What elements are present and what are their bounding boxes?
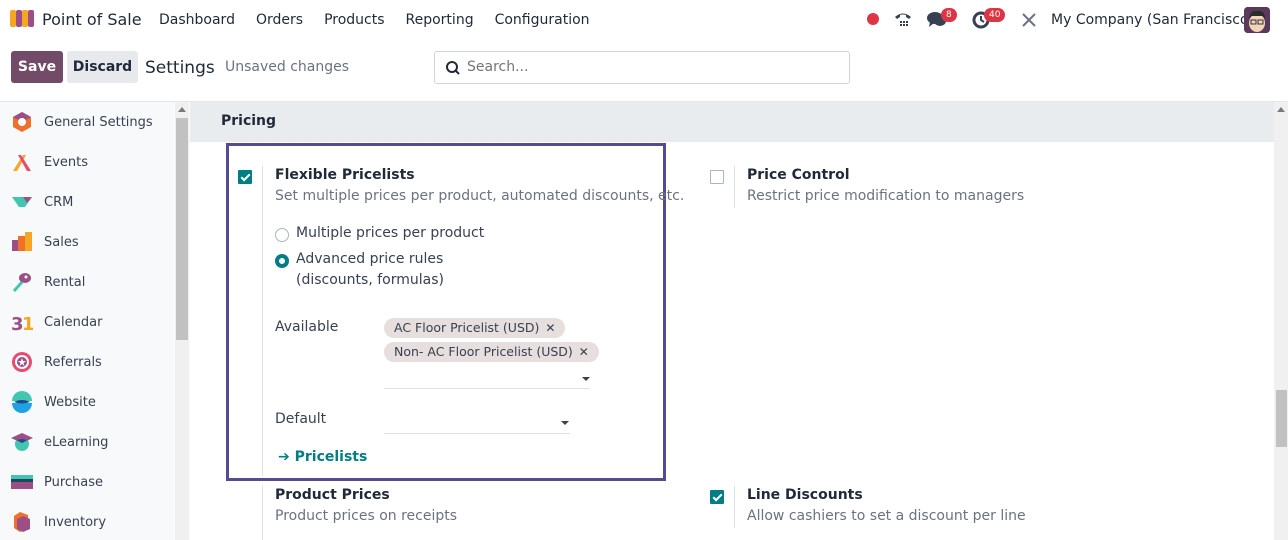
available-pricelists-input[interactable] bbox=[384, 388, 590, 389]
sidebar-item-purchase[interactable]: Purchase bbox=[0, 462, 175, 502]
general-settings-icon bbox=[13, 112, 31, 132]
menu-orders[interactable]: Orders bbox=[256, 12, 303, 28]
search-icon bbox=[446, 61, 460, 75]
app-name[interactable]: Point of Sale bbox=[42, 10, 142, 29]
arrow-right-icon: ➔ bbox=[278, 449, 295, 465]
search-input[interactable] bbox=[467, 59, 837, 75]
sidebar-item-rental[interactable]: Rental bbox=[0, 262, 175, 302]
messages-badge: 8 bbox=[941, 8, 957, 22]
sidebar-scroll-thumb[interactable] bbox=[176, 118, 188, 340]
sidebar-item-sales[interactable]: Sales bbox=[0, 222, 175, 262]
top-navbar: Point of Sale Dashboard Orders Products … bbox=[0, 0, 1288, 40]
phone-icon[interactable] bbox=[893, 10, 913, 30]
pricelist-tag: AC Floor Pricelist (USD) ✕ bbox=[384, 318, 566, 338]
menu-products[interactable]: Products bbox=[324, 12, 384, 28]
crm-icon bbox=[12, 197, 32, 207]
svg-text:1: 1 bbox=[22, 314, 33, 333]
setting-divider bbox=[262, 486, 263, 540]
main-menu: Dashboard Orders Products Reporting Conf… bbox=[159, 12, 611, 28]
save-button[interactable]: Save bbox=[11, 51, 63, 83]
default-dropdown-caret-icon[interactable] bbox=[561, 421, 569, 425]
menu-dashboard[interactable]: Dashboard bbox=[159, 12, 235, 28]
user-avatar[interactable] bbox=[1244, 7, 1270, 33]
pos-app-logo-icon[interactable] bbox=[10, 10, 34, 28]
scroll-up-arrow-icon[interactable] bbox=[178, 107, 186, 112]
sidebar-scrollbar[interactable] bbox=[175, 102, 189, 540]
events-icon bbox=[13, 155, 31, 171]
section-header: Pricing bbox=[190, 102, 1274, 142]
radio-advanced-rules-label[interactable]: Advanced price rules bbox=[296, 249, 443, 270]
product-prices-title: Product Prices bbox=[275, 487, 390, 503]
page-title: Settings bbox=[145, 58, 215, 78]
sidebar-item-events[interactable]: Events bbox=[0, 142, 175, 182]
elearning-icon bbox=[11, 433, 33, 451]
radio-multiple-prices-label[interactable]: Multiple prices per product bbox=[296, 223, 484, 244]
website-icon bbox=[12, 391, 32, 413]
inventory-icon bbox=[14, 512, 30, 532]
company-switcher[interactable]: My Company (San Francisco) bbox=[1051, 12, 1254, 28]
pricelists-link[interactable]: ➔ Pricelists bbox=[278, 449, 367, 465]
main-scroll-thumb[interactable] bbox=[1276, 390, 1287, 447]
calendar-icon: 31 bbox=[11, 314, 33, 333]
product-prices-description: Product prices on receipts bbox=[275, 508, 458, 524]
sidebar-item-elearning[interactable]: eLearning bbox=[0, 422, 175, 462]
sidebar-item-website[interactable]: Website bbox=[0, 382, 175, 422]
settings-main: Pricing Flexible Pricelists Set multiple… bbox=[190, 101, 1288, 540]
line-discounts-checkbox[interactable] bbox=[710, 490, 724, 504]
line-discounts-description: Allow cashiers to set a discount per lin… bbox=[747, 508, 1026, 524]
setting-divider bbox=[734, 166, 735, 208]
section-title: Pricing bbox=[221, 113, 277, 129]
sidebar-item-crm[interactable]: CRM bbox=[0, 182, 175, 222]
settings-sidebar: General Settings Events CRM Sales Rental… bbox=[0, 101, 190, 540]
price-control-title: Price Control bbox=[747, 167, 850, 183]
available-label: Available bbox=[275, 319, 339, 335]
price-control-checkbox[interactable] bbox=[710, 170, 724, 184]
recording-indicator-icon[interactable] bbox=[867, 13, 879, 25]
radio-multiple-prices[interactable] bbox=[275, 228, 289, 242]
search-box[interactable] bbox=[434, 51, 850, 84]
default-pricelist-select[interactable] bbox=[384, 433, 570, 434]
tools-icon[interactable] bbox=[1021, 12, 1037, 28]
referrals-icon bbox=[12, 352, 32, 372]
radio-advanced-rules[interactable] bbox=[275, 254, 289, 268]
price-control-description: Restrict price modification to managers bbox=[747, 188, 1025, 204]
sales-icon bbox=[12, 232, 32, 251]
menu-configuration[interactable]: Configuration bbox=[495, 12, 590, 28]
unsaved-changes-status: Unsaved changes bbox=[225, 59, 350, 75]
purchase-icon bbox=[11, 475, 33, 489]
radio-advanced-rules-sublabel: (discounts, formulas) bbox=[296, 272, 444, 288]
pricelist-tag: Non- AC Floor Pricelist (USD) ✕ bbox=[384, 342, 599, 362]
setting-divider bbox=[734, 486, 735, 528]
rental-icon bbox=[12, 273, 31, 292]
sidebar-item-inventory[interactable]: Inventory bbox=[0, 502, 175, 540]
avatar-face-icon bbox=[1244, 7, 1270, 33]
sidebar-item-general-settings[interactable]: General Settings bbox=[0, 102, 175, 142]
line-discounts-title: Line Discounts bbox=[747, 487, 863, 503]
activities-badge: 40 bbox=[984, 8, 1006, 22]
flexible-pricelists-title: Flexible Pricelists bbox=[275, 167, 415, 183]
sidebar-item-referrals[interactable]: Referrals bbox=[0, 342, 175, 382]
main-scrollbar[interactable] bbox=[1274, 102, 1288, 540]
remove-tag-icon[interactable]: ✕ bbox=[579, 345, 589, 359]
sidebar-item-calendar[interactable]: 31 Calendar bbox=[0, 302, 175, 342]
remove-tag-icon[interactable]: ✕ bbox=[545, 321, 555, 335]
discard-button[interactable]: Discard bbox=[67, 51, 138, 83]
default-label: Default bbox=[275, 411, 327, 427]
available-dropdown-caret-icon[interactable] bbox=[582, 377, 590, 381]
menu-reporting[interactable]: Reporting bbox=[406, 12, 474, 28]
flexible-pricelists-checkbox[interactable] bbox=[238, 170, 252, 184]
setting-divider bbox=[262, 166, 263, 476]
flexible-pricelists-description: Set multiple prices per product, automat… bbox=[275, 188, 685, 204]
scroll-up-arrow-icon[interactable] bbox=[1277, 107, 1285, 112]
